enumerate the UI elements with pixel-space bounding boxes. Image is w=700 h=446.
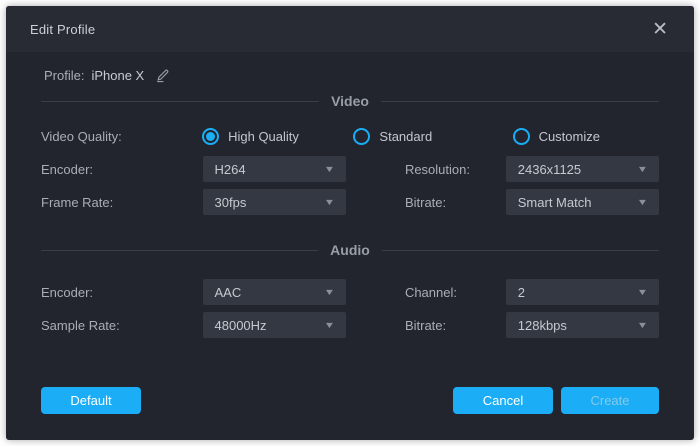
divider-line — [41, 101, 319, 102]
samplerate-bitrate-row: Sample Rate: 48000Hz ▼ Bitrate: 128kbps … — [41, 312, 659, 338]
audio-encoder-label: Encoder: — [41, 285, 203, 300]
audio-encoder-value: AAC — [215, 285, 242, 300]
chevron-down-icon: ▼ — [324, 164, 336, 174]
close-icon[interactable]: ✕ — [648, 18, 672, 41]
frame-rate-label: Frame Rate: — [41, 195, 203, 210]
sample-rate-label: Sample Rate: — [41, 318, 203, 333]
video-encoder-resolution-row: Encoder: H264 ▼ Resolution: 2436x1125 ▼ — [41, 156, 659, 182]
audio-section-header: Audio — [41, 241, 659, 259]
divider-line — [41, 250, 318, 251]
create-button[interactable]: Create — [561, 387, 659, 414]
chevron-down-icon: ▼ — [637, 164, 649, 174]
audio-bitrate-label: Bitrate: — [346, 318, 506, 333]
profile-label: Profile: — [44, 68, 84, 83]
sample-rate-value: 48000Hz — [215, 318, 267, 333]
audio-section-title: Audio — [330, 242, 370, 258]
cancel-button[interactable]: Cancel — [453, 387, 553, 414]
divider-line — [382, 250, 659, 251]
frame-rate-dropdown[interactable]: 30fps ▼ — [203, 189, 346, 215]
audio-bitrate-value: 128kbps — [518, 318, 567, 333]
chevron-down-icon: ▼ — [324, 197, 336, 207]
radio-customize[interactable]: Customize — [513, 128, 659, 145]
radio-high-quality-label: High Quality — [228, 129, 299, 144]
chevron-down-icon: ▼ — [637, 320, 649, 330]
radio-icon — [353, 128, 370, 145]
video-encoder-value: H264 — [215, 162, 246, 177]
audio-encoder-channel-row: Encoder: AAC ▼ Channel: 2 ▼ — [41, 279, 659, 305]
default-button[interactable]: Default — [41, 387, 141, 414]
profile-row: Profile: iPhone X — [41, 64, 659, 86]
video-quality-row: Video Quality: High Quality Standard Cus… — [41, 124, 659, 148]
video-bitrate-value: Smart Match — [518, 195, 592, 210]
chevron-down-icon: ▼ — [637, 287, 649, 297]
audio-encoder-dropdown[interactable]: AAC ▼ — [203, 279, 346, 305]
chevron-down-icon: ▼ — [637, 197, 649, 207]
video-encoder-dropdown[interactable]: H264 ▼ — [203, 156, 346, 182]
radio-icon — [513, 128, 530, 145]
edit-profile-dialog: Edit Profile ✕ Profile: iPhone X Video V… — [6, 6, 694, 440]
resolution-value: 2436x1125 — [518, 162, 581, 177]
edit-pencil-icon[interactable] — [154, 67, 171, 84]
chevron-down-icon: ▼ — [324, 287, 336, 297]
dialog-title: Edit Profile — [30, 22, 95, 37]
radio-customize-label: Customize — [539, 129, 600, 144]
audio-bitrate-dropdown[interactable]: 128kbps ▼ — [506, 312, 659, 338]
video-bitrate-label: Bitrate: — [346, 195, 506, 210]
dialog-titlebar: Edit Profile ✕ — [6, 6, 694, 52]
framerate-bitrate-row: Frame Rate: 30fps ▼ Bitrate: Smart Match… — [41, 189, 659, 215]
radio-high-quality[interactable]: High Quality — [202, 128, 353, 145]
sample-rate-dropdown[interactable]: 48000Hz ▼ — [203, 312, 346, 338]
radio-icon — [202, 128, 219, 145]
channel-value: 2 — [518, 285, 525, 300]
radio-standard[interactable]: Standard — [353, 128, 512, 145]
frame-rate-value: 30fps — [215, 195, 247, 210]
video-section-header: Video — [41, 92, 659, 110]
resolution-dropdown[interactable]: 2436x1125 ▼ — [506, 156, 659, 182]
resolution-label: Resolution: — [346, 162, 506, 177]
profile-name-value: iPhone X — [91, 68, 144, 83]
dialog-content: Profile: iPhone X Video Video Quality: H… — [6, 64, 694, 338]
video-quality-label: Video Quality: — [41, 129, 202, 144]
divider-line — [381, 101, 659, 102]
video-bitrate-dropdown[interactable]: Smart Match ▼ — [506, 189, 659, 215]
radio-standard-label: Standard — [379, 129, 432, 144]
video-encoder-label: Encoder: — [41, 162, 203, 177]
channel-dropdown[interactable]: 2 ▼ — [506, 279, 659, 305]
video-section-title: Video — [331, 93, 369, 109]
channel-label: Channel: — [346, 285, 506, 300]
dialog-footer: Default Cancel Create — [41, 387, 659, 414]
chevron-down-icon: ▼ — [324, 320, 336, 330]
